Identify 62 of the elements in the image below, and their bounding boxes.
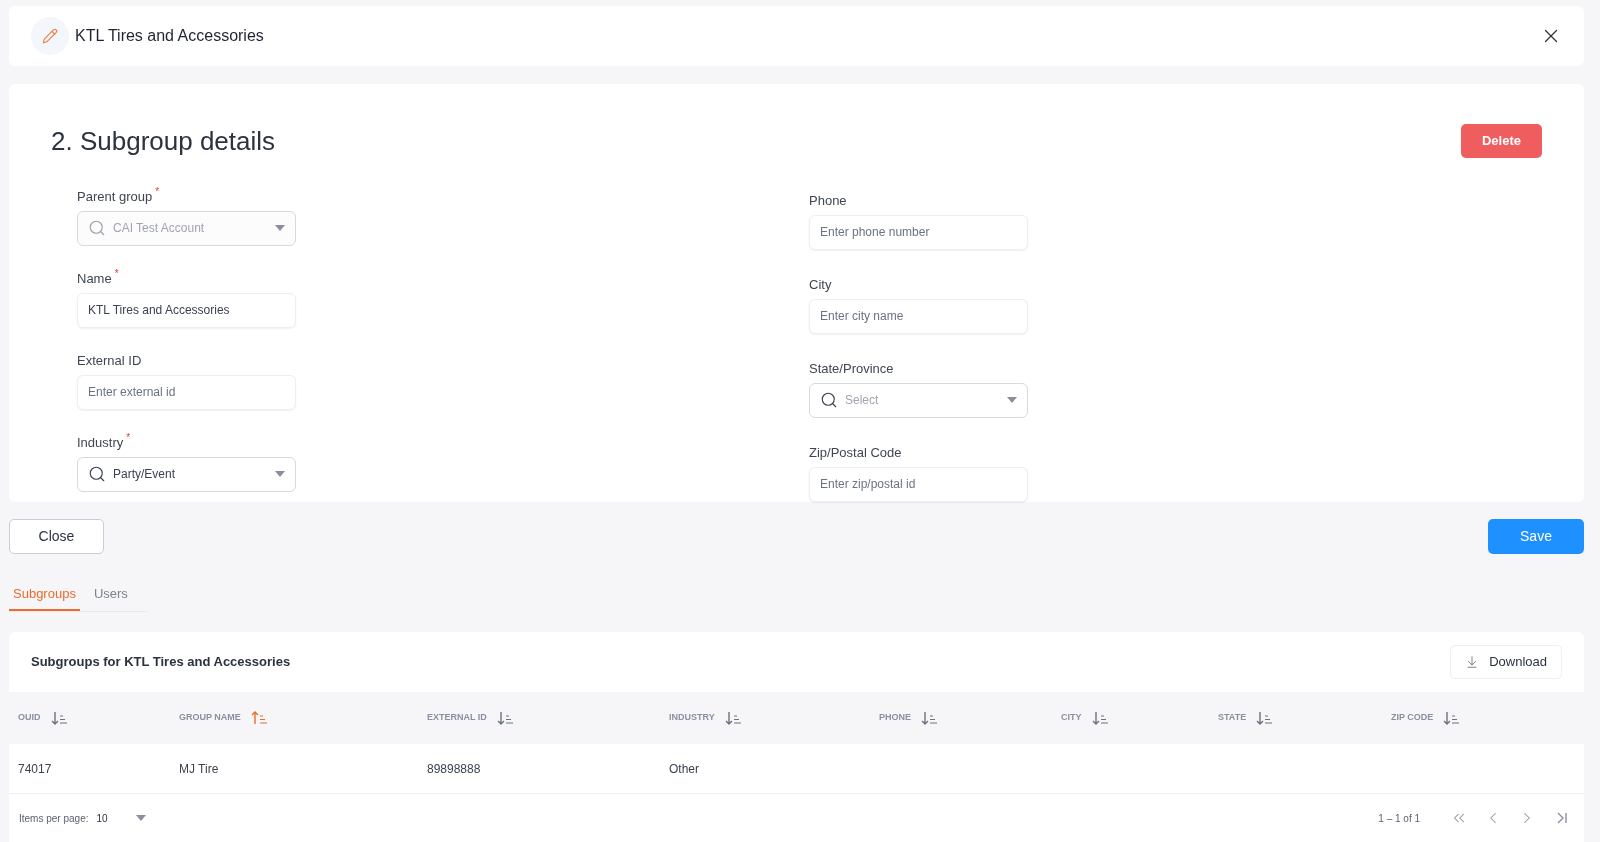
required-asterisk: * bbox=[114, 268, 119, 279]
required-asterisk: * bbox=[126, 432, 131, 443]
search-icon bbox=[820, 391, 838, 409]
input-field[interactable]: Enter phone number bbox=[809, 214, 1028, 250]
header-title: KTL Tires and Accessories bbox=[75, 25, 264, 46]
sort-icon[interactable] bbox=[921, 711, 937, 725]
input-field[interactable]: KTL Tires and Accessories bbox=[77, 292, 296, 328]
field-label: External ID bbox=[77, 351, 142, 370]
column-header: PHONE bbox=[879, 711, 911, 725]
sort-icon[interactable] bbox=[1256, 711, 1273, 725]
column-header: EXTERNAL ID bbox=[427, 711, 487, 725]
caret-icon bbox=[275, 471, 285, 477]
required-asterisk: * bbox=[155, 186, 160, 197]
search-icon bbox=[88, 465, 106, 483]
column-header: INDUSTRY bbox=[669, 711, 715, 725]
field-label: Phone bbox=[809, 191, 847, 210]
items-per-page-select[interactable]: 10 bbox=[96, 810, 146, 826]
section-title: 2. Subgroup details bbox=[51, 124, 276, 158]
tab[interactable]: Users bbox=[89, 583, 132, 611]
select-value: Party/Event bbox=[113, 466, 177, 483]
field-label: Name bbox=[77, 269, 112, 288]
delete-button[interactable]: Delete bbox=[1461, 124, 1542, 158]
column-header: STATE bbox=[1218, 711, 1247, 725]
tab[interactable]: Subgroups bbox=[9, 583, 80, 611]
input-field[interactable]: Enter external id bbox=[77, 374, 296, 410]
caret-icon bbox=[135, 815, 146, 821]
table-title: Subgroups for KTL Tires and Accessories bbox=[31, 653, 291, 672]
sort-icon[interactable] bbox=[1443, 711, 1460, 725]
download-icon bbox=[1465, 655, 1480, 669]
search-icon bbox=[88, 219, 106, 237]
pencil-icon bbox=[42, 27, 58, 44]
column-header: CITY bbox=[1061, 711, 1082, 725]
column-header: ZIP CODE bbox=[1391, 711, 1434, 725]
table-cell-text: 74017 bbox=[18, 760, 53, 778]
sort-icon[interactable] bbox=[1091, 711, 1108, 725]
table-cell-text: Other bbox=[669, 760, 700, 778]
items-per-page-label: Items per page: bbox=[19, 811, 89, 826]
field-label: Parent group bbox=[77, 187, 153, 206]
select-value: Select bbox=[845, 392, 880, 409]
download-button[interactable]: Download bbox=[1450, 645, 1562, 679]
sort-icon[interactable] bbox=[250, 711, 267, 725]
caret-icon bbox=[275, 225, 285, 231]
sort-icon[interactable] bbox=[496, 711, 513, 725]
table-cell-text: 89898888 bbox=[427, 760, 482, 778]
select-field[interactable]: Select bbox=[809, 382, 1028, 418]
field-label: Industry bbox=[77, 433, 124, 452]
input-field[interactable]: Enter city name bbox=[809, 298, 1028, 334]
field-label: Zip/Postal Code bbox=[809, 443, 902, 462]
sort-icon[interactable] bbox=[50, 711, 67, 725]
input-field[interactable]: Enter zip/postal id bbox=[809, 466, 1028, 502]
select-value: CAI Test Account bbox=[113, 220, 206, 237]
page-range: 1 – 1 of 1 bbox=[1378, 811, 1420, 826]
field-label: City bbox=[809, 275, 832, 294]
caret-icon bbox=[1007, 397, 1017, 403]
table-cell-text: MJ Tire bbox=[179, 760, 220, 778]
sort-icon[interactable] bbox=[724, 711, 741, 725]
column-header: OUID bbox=[18, 711, 41, 725]
column-header: GROUP NAME bbox=[179, 711, 241, 725]
field-label: State/Province bbox=[809, 359, 894, 378]
close-button[interactable]: Close bbox=[9, 518, 104, 554]
select-field[interactable]: Party/Event bbox=[77, 456, 296, 492]
save-button[interactable]: Save bbox=[1488, 518, 1584, 554]
